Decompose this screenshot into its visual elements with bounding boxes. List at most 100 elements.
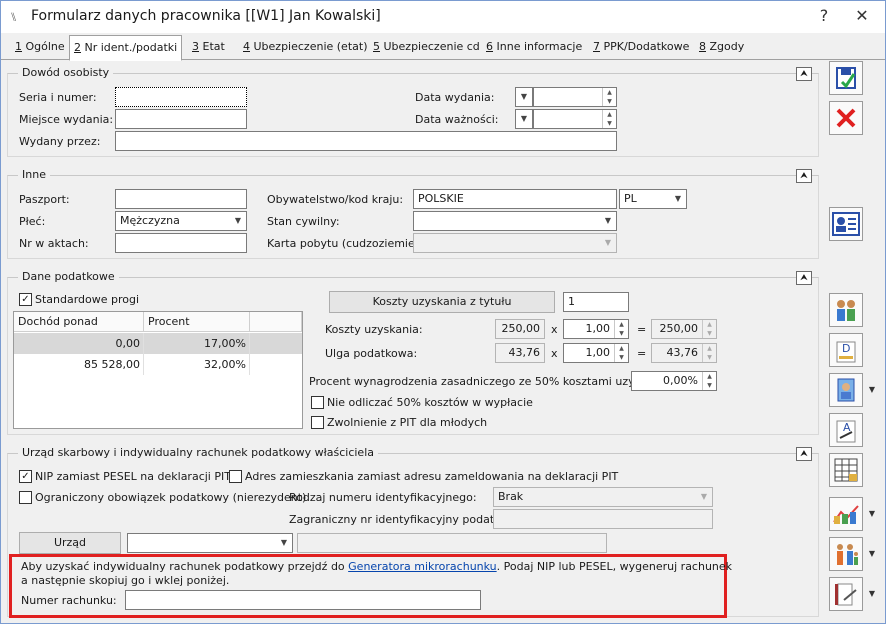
table-row[interactable]: 85 528,00 32,00%	[14, 354, 302, 375]
info-text: a następnie skopiuj go i wklej poniżej.	[21, 574, 230, 587]
table-row[interactable]: 0,00 17,00%	[14, 333, 302, 354]
data-wydania-input[interactable]: ▲ ▼	[533, 87, 617, 107]
rodzaj-numeru-label: Rodzaj numeru identyfikacyjnego:	[289, 491, 477, 504]
document-d-icon[interactable]: D	[829, 333, 863, 367]
data-waznosci-input[interactable]: ▲ ▼	[533, 109, 617, 129]
zwolnienie-checkbox[interactable]	[311, 416, 324, 429]
nip-zamiast-pesel-label: NIP zamiast PESEL na deklaracji PIT	[35, 470, 231, 483]
collapse-icon[interactable]: ⮝	[796, 271, 812, 285]
chevron-down-icon[interactable]: ▼	[865, 537, 879, 571]
urzad-button[interactable]: Urząd	[19, 532, 121, 554]
tab-zgody[interactable]: 8 Zgody	[695, 37, 748, 59]
chart-icon[interactable]	[829, 497, 863, 531]
nie-odliczac-label: Nie odliczać 50% kosztów w wypłacie	[327, 396, 533, 409]
family-icon[interactable]	[829, 537, 863, 571]
tab-ogolne[interactable]: 1 Ogólne	[11, 37, 69, 59]
chevron-down-icon: ▼	[234, 216, 242, 225]
table-header-blank	[250, 312, 302, 332]
spinner-icon[interactable]: ▲ ▼	[614, 320, 628, 338]
spinner-icon: ▲ ▼	[702, 344, 716, 362]
portrait-icon[interactable]	[829, 373, 863, 407]
koszty-label: Koszty uzyskania:	[325, 323, 423, 336]
kod-kraju-select[interactable]: PL ▼	[619, 189, 687, 209]
wydany-label: Wydany przez:	[19, 135, 101, 148]
info-text: Aby uzyskać indywidualny rachunek podatk…	[21, 560, 349, 573]
info-text: . Podaj NIP lub PESEL, wygeneruj rachune…	[496, 560, 733, 573]
nie-odliczac-checkbox[interactable]	[311, 396, 324, 409]
obywatelstwo-input[interactable]: POLSKIE	[413, 189, 617, 209]
section-title: Dane podatkowe	[18, 270, 119, 283]
zagraniczny-nr-label: Zagraniczny nr identyfikacyjny podatnika…	[289, 513, 521, 526]
section-title: Dowód osobisty	[18, 66, 114, 79]
nr-akt-input[interactable]	[115, 233, 247, 253]
spinner-icon[interactable]: ▲ ▼	[614, 344, 628, 362]
collapse-icon[interactable]: ⮝	[796, 67, 812, 81]
collapse-icon[interactable]: ⮝	[796, 169, 812, 183]
window-title: Formularz danych pracownika [[W1] Jan Ko…	[31, 8, 381, 24]
ograniczony-obowiazek-label: Ograniczony obowiązek podatkowy (nierezy…	[35, 491, 307, 504]
paszport-input[interactable]	[115, 189, 247, 209]
karta-pobytu-select: ▼	[413, 233, 617, 253]
numer-rachunku-label: Numer rachunku:	[21, 594, 117, 607]
karta-pobytu-label: Karta pobytu (cudzoziemiec):	[267, 237, 429, 250]
tab-ubezpieczenie-etat[interactable]: 4 Ubezpieczenie (etat)	[239, 37, 371, 59]
collapse-icon[interactable]: ⮝	[796, 447, 812, 461]
tab-inne-informacje[interactable]: 6 Inne informacje	[482, 37, 586, 59]
adres-zamieszkania-label: Adres zamieszkania zamiast adresu zameld…	[245, 470, 619, 483]
nip-zamiast-pesel-checkbox[interactable]: ✓	[19, 470, 32, 483]
title-bar: ⑊ Formularz danych pracownika [[W1] Jan …	[1, 1, 885, 33]
save-icon[interactable]	[829, 61, 863, 95]
ograniczony-obowiazek-checkbox[interactable]	[19, 491, 32, 504]
miejsce-input[interactable]	[115, 109, 247, 129]
table-icon[interactable]	[829, 453, 863, 487]
table-cell: 17,00%	[144, 333, 250, 354]
equals-sign: =	[637, 347, 647, 360]
data-wydania-label: Data wydania:	[415, 91, 495, 104]
chevron-down-icon[interactable]: ▼	[865, 373, 879, 407]
document-a-icon[interactable]: A	[829, 413, 863, 447]
employee-card-icon[interactable]	[829, 207, 863, 241]
spinner-icon[interactable]: ▲ ▼	[602, 88, 616, 106]
procent-input[interactable]: 0,00% ▲ ▼	[631, 371, 717, 391]
numer-rachunku-input[interactable]	[125, 590, 481, 610]
close-button[interactable]: ✕	[847, 5, 877, 29]
chevron-down-icon: ▼	[604, 216, 612, 225]
document-edit-icon[interactable]	[829, 577, 863, 611]
stan-cywilny-select[interactable]: ▼	[413, 211, 617, 231]
spinner-icon[interactable]: ▲ ▼	[602, 110, 616, 128]
data-waznosci-dropdown[interactable]: ▼	[515, 109, 533, 129]
generator-link[interactable]: Generatora mikrorachunku	[348, 560, 496, 573]
plec-select[interactable]: Mężczyzna ▼	[115, 211, 247, 231]
koszty-uzyskania-button[interactable]: Koszty uzyskania z tytułu	[329, 291, 555, 313]
tab-etat[interactable]: 3 Etat	[188, 37, 229, 59]
people-icon[interactable]	[829, 293, 863, 327]
section-title: Inne	[18, 168, 50, 181]
tab-ppk-dodatkowe[interactable]: 7 PPK/Dodatkowe	[589, 37, 693, 59]
wydany-input[interactable]	[115, 131, 617, 151]
cancel-icon[interactable]	[829, 101, 863, 135]
standardowe-progi-checkbox[interactable]: ✓	[19, 293, 32, 306]
ulga-mult-input[interactable]: 1,00 ▲ ▼	[563, 343, 629, 363]
seria-input[interactable]	[115, 87, 247, 107]
obywatelstwo-label: Obywatelstwo/kod kraju:	[267, 193, 404, 206]
chevron-down-icon: ▼	[674, 194, 682, 203]
data-wydania-dropdown[interactable]: ▼	[515, 87, 533, 107]
chevron-down-icon[interactable]: ▼	[865, 577, 879, 611]
tab-nr-ident-podatki[interactable]: 2 Nr ident./podatki	[69, 35, 183, 61]
zwolnienie-label: Zwolnienie z PIT dla młodych	[327, 416, 488, 429]
ulga-amount: 43,76	[495, 343, 545, 363]
tab-ubezpieczenie-cd[interactable]: 5 Ubezpieczenie cd	[369, 37, 484, 59]
urzad-select[interactable]: ▼	[127, 533, 293, 553]
seria-label: Seria i numer:	[19, 91, 97, 104]
nr-akt-label: Nr w aktach:	[19, 237, 89, 250]
employee-form-window: ⑊ Formularz danych pracownika [[W1] Jan …	[0, 0, 886, 624]
plec-label: Płeć:	[19, 215, 46, 228]
koszty-mult-input[interactable]: 1,00 ▲ ▼	[563, 319, 629, 339]
spinner-icon[interactable]: ▲ ▼	[702, 372, 716, 390]
help-button[interactable]: ?	[809, 5, 839, 29]
chevron-down-icon: ▼	[520, 92, 528, 101]
equals-sign: =	[637, 323, 647, 336]
chevron-down-icon[interactable]: ▼	[865, 497, 879, 531]
koszty-count-input[interactable]: 1	[563, 292, 629, 312]
adres-zamieszkania-checkbox[interactable]	[229, 470, 242, 483]
